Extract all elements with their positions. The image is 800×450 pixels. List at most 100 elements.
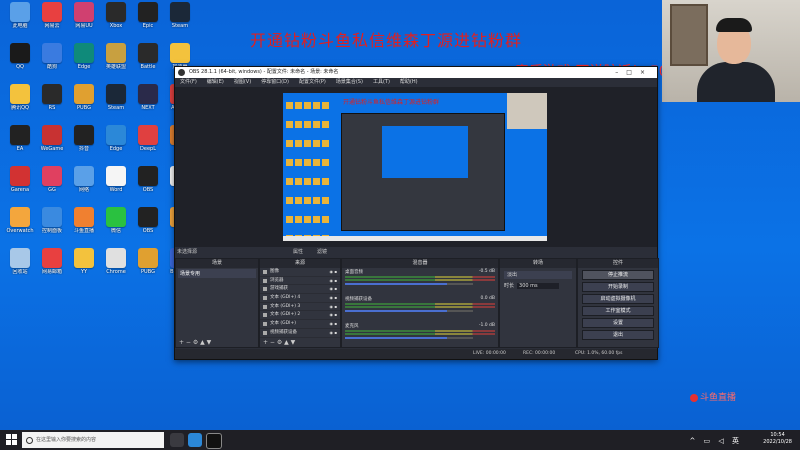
menu-item[interactable]: 场景集合(S) [336,79,363,85]
desktop-icon[interactable]: OBS [130,207,166,234]
menu-item[interactable]: 帮助(H) [400,79,418,85]
desktop-icon[interactable]: EA [2,125,38,152]
desktop-icon[interactable]: NEXT [130,84,166,111]
source-item[interactable]: 视频捕获设备 ◉ ▪ [260,329,340,338]
control-button[interactable]: 设置 [582,318,654,328]
taskbar-search-input[interactable]: 在这里输入你要搜索的内容 [22,432,164,448]
window-controls[interactable]: –□× [615,67,653,78]
windows-start-icon[interactable] [6,434,17,445]
menu-item[interactable]: 文件(F) [180,79,197,85]
desktop-icon[interactable]: Garena [2,166,38,193]
desktop-icon[interactable]: OBS [130,166,166,193]
desktop-icon[interactable]: Xbox [98,2,134,29]
filters-button[interactable]: 滤镜 [317,247,327,257]
channel-db: -1.0 dB [478,323,495,328]
desktop-icon[interactable]: 英雄联盟 [98,43,134,70]
desktop-icon[interactable]: DeepL [130,125,166,152]
system-tray-icons[interactable]: ^ ▭ ◁ 英 [689,436,742,446]
desktop-icon[interactable]: 此电脑 [2,2,38,29]
control-button[interactable]: 开始录制 [582,282,654,292]
visibility-lock-icon[interactable]: ◉ ▪ [330,268,337,276]
desktop-icon[interactable]: Steam [98,84,134,111]
obs-menu-bar: 文件(F) 编辑(E) 视图(V) 停靠窗口(D) 配置文件(P) 场景集合(S) 工具(T… [175,78,657,87]
source-item[interactable]: 图像 ◉ ▪ [260,268,340,277]
control-button[interactable]: 退出 [582,330,654,340]
source-label: 图像 [270,269,279,274]
desktop-icon[interactable]: PUBG [130,248,166,275]
desktop-icon-label: 此电脑 [12,23,28,29]
visibility-lock-icon[interactable]: ◉ ▪ [330,277,337,285]
desktop-icon[interactable]: Word [98,166,134,193]
app-icon [10,248,30,268]
desktop-icon[interactable]: 网易UU [66,2,102,29]
desktop-icon[interactable]: 微信 [98,207,134,234]
app-icon [42,248,62,268]
control-button[interactable]: 启动虚拟摄像机 [582,294,654,304]
scene-item[interactable]: 场景专用 [178,269,256,278]
sources-header: 来源 [260,259,340,268]
menu-item[interactable]: 编辑(E) [207,79,224,85]
desktop-icon[interactable]: GG [34,166,70,193]
obs-preview[interactable]: 开通钻粉斗鱼私信维森丁源进钻粉群 [175,87,657,247]
desktop-icon[interactable]: 抖音 [66,125,102,152]
desktop-icon[interactable]: Overwatch [2,207,38,234]
app-icon [42,43,62,63]
menu-item[interactable]: 工具(T) [373,79,390,85]
clock[interactable]: 10:54 2022/10/28 [763,432,792,446]
desktop-icon[interactable]: Steam [162,2,198,29]
audio-mixer-dock: 混音器 桌面音频 -0.5 dB 视频捕获设备 0.0 dB 麦克风 -1.0 dB [341,258,499,348]
source-item[interactable]: 文本 (GDI+) ◉ ▪ [260,320,340,329]
desktop-icon[interactable]: Edge [66,43,102,70]
desktop-icon[interactable]: QQ [2,43,38,70]
control-button[interactable]: 停止推流 [582,270,654,280]
source-type-icon [263,295,267,300]
desktop-icon[interactable]: YY [66,248,102,275]
app-icon [74,248,94,268]
menu-item[interactable]: 停靠窗口(D) [261,79,289,85]
desktop-icon[interactable]: 控制面板 [34,207,70,234]
desktop-icon[interactable]: 网络 [66,166,102,193]
desktop-icon[interactable]: Epic [130,2,166,29]
scenes-toolbar[interactable]: + − ⚙ ▲ ▼ [176,339,258,347]
desktop-icon[interactable]: 网易邮箱 [34,248,70,275]
app-icon [42,207,62,227]
desktop-icon[interactable]: Battle [130,43,166,70]
desktop-icon[interactable]: 酷狗 [34,43,70,70]
visibility-lock-icon[interactable]: ◉ ▪ [330,285,337,293]
visibility-lock-icon[interactable]: ◉ ▪ [330,294,337,302]
desktop-icon[interactable]: 斗鱼直播 [66,207,102,234]
desktop-icon[interactable]: 网易云 [34,2,70,29]
menu-item[interactable]: 配置文件(P) [299,79,326,85]
visibility-lock-icon[interactable]: ◉ ▪ [330,311,337,319]
properties-button[interactable]: 属性 [293,247,303,257]
source-item[interactable]: 浏览器 ◉ ▪ [260,277,340,286]
obs-taskbar-icon[interactable] [206,433,222,449]
app-icon [138,2,158,22]
menu-item[interactable]: 视图(V) [234,79,251,85]
desktop-icon[interactable]: 腾讯QQ [2,84,38,111]
task-view-icon[interactable] [170,433,184,447]
volume-slider[interactable] [345,310,473,312]
desktop-icon[interactable]: PUBG [66,84,102,111]
edge-taskbar-icon[interactable] [188,433,202,447]
desktop-icon[interactable]: RS [34,84,70,111]
desktop-icon[interactable]: Chrome [98,248,134,275]
desktop-icon[interactable]: WeGame [34,125,70,152]
sources-toolbar[interactable]: + − ⚙ ▲ ▼ [260,339,340,347]
visibility-lock-icon[interactable]: ◉ ▪ [330,303,337,311]
source-item[interactable]: 文本 (GDI+) 3 ◉ ▪ [260,303,340,312]
source-item[interactable]: 文本 (GDI+) 2 ◉ ▪ [260,311,340,321]
level-meter [345,279,495,281]
desktop-icon[interactable]: 回收站 [2,248,38,275]
visibility-lock-icon[interactable]: ◉ ▪ [330,320,337,328]
source-item[interactable]: 游戏捕获 ◉ ▪ [260,285,340,295]
desktop-icon-label: 腾讯QQ [11,105,29,111]
transition-select[interactable]: 淡出 [504,271,572,279]
volume-slider[interactable] [345,337,473,339]
source-item[interactable]: 文本 (GDI+) 4 ◉ ▪ [260,294,340,303]
volume-slider[interactable] [345,283,473,285]
visibility-lock-icon[interactable]: ◉ ▪ [330,329,337,337]
duration-input[interactable]: 300 ms [517,283,560,289]
desktop-icon[interactable]: Edge [98,125,134,152]
control-button[interactable]: 工作室模式 [582,306,654,316]
